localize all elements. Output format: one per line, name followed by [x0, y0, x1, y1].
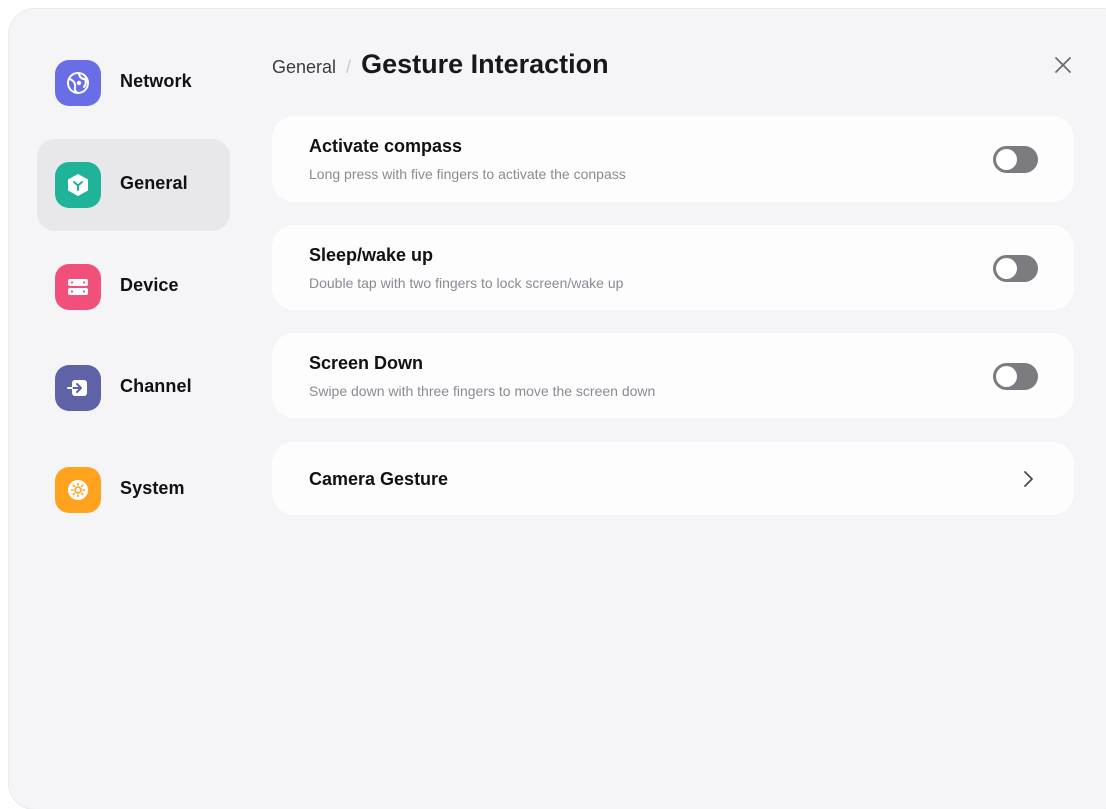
sidebar: Network General Device Channel System	[9, 9, 259, 809]
sidebar-item-channel[interactable]: Channel	[37, 342, 230, 434]
input-arrow-icon	[55, 365, 101, 411]
sidebar-item-network[interactable]: Network	[37, 37, 230, 129]
toggle-knob	[996, 149, 1017, 170]
screen-down-toggle[interactable]	[993, 363, 1038, 390]
close-icon	[1055, 57, 1071, 73]
server-icon	[55, 264, 101, 310]
page-title: Gesture Interaction	[361, 49, 609, 79]
sleep-wake-toggle[interactable]	[993, 255, 1038, 282]
sidebar-item-label: General	[120, 173, 188, 193]
setting-title: Screen Down	[309, 353, 424, 373]
breadcrumb-parent-link[interactable]: General	[272, 57, 336, 78]
camera-gesture-title: Camera Gesture	[309, 469, 449, 489]
network-globe-icon	[55, 60, 101, 106]
breadcrumb: General / Gesture Interaction	[272, 49, 609, 85]
toggle-knob	[996, 258, 1017, 279]
setting-card-screen-down: Screen Down Swipe down with three finger…	[272, 333, 1074, 418]
sidebar-item-label: Device	[120, 275, 179, 295]
setting-description: Swipe down with three fingers to move th…	[309, 383, 656, 399]
chevron-right-icon	[1024, 471, 1033, 487]
sidebar-item-label: Channel	[120, 376, 192, 396]
settings-window: Network General Device Channel System Ge…	[9, 9, 1106, 809]
setting-description: Double tap with two fingers to lock scre…	[309, 275, 624, 291]
setting-description: Long press with five fingers to activate…	[309, 166, 626, 182]
sidebar-item-general[interactable]: General	[37, 139, 230, 231]
sidebar-item-device[interactable]: Device	[37, 241, 230, 333]
setting-card-sleep-wake: Sleep/wake up Double tap with two finger…	[272, 225, 1074, 310]
sidebar-item-label: Network	[120, 71, 192, 91]
breadcrumb-separator: /	[346, 57, 352, 77]
close-button[interactable]	[1051, 53, 1075, 77]
activate-compass-toggle[interactable]	[993, 146, 1038, 173]
toggle-knob	[996, 366, 1017, 387]
camera-gesture-row[interactable]: Camera Gesture	[272, 442, 1074, 515]
setting-card-activate-compass: Activate compass Long press with five fi…	[272, 116, 1074, 202]
gear-icon	[55, 467, 101, 513]
cube-icon	[55, 162, 101, 208]
setting-title: Activate compass	[309, 136, 463, 156]
sidebar-item-system[interactable]: System	[37, 444, 230, 536]
sidebar-item-label: System	[120, 478, 185, 498]
setting-title: Sleep/wake up	[309, 245, 434, 265]
